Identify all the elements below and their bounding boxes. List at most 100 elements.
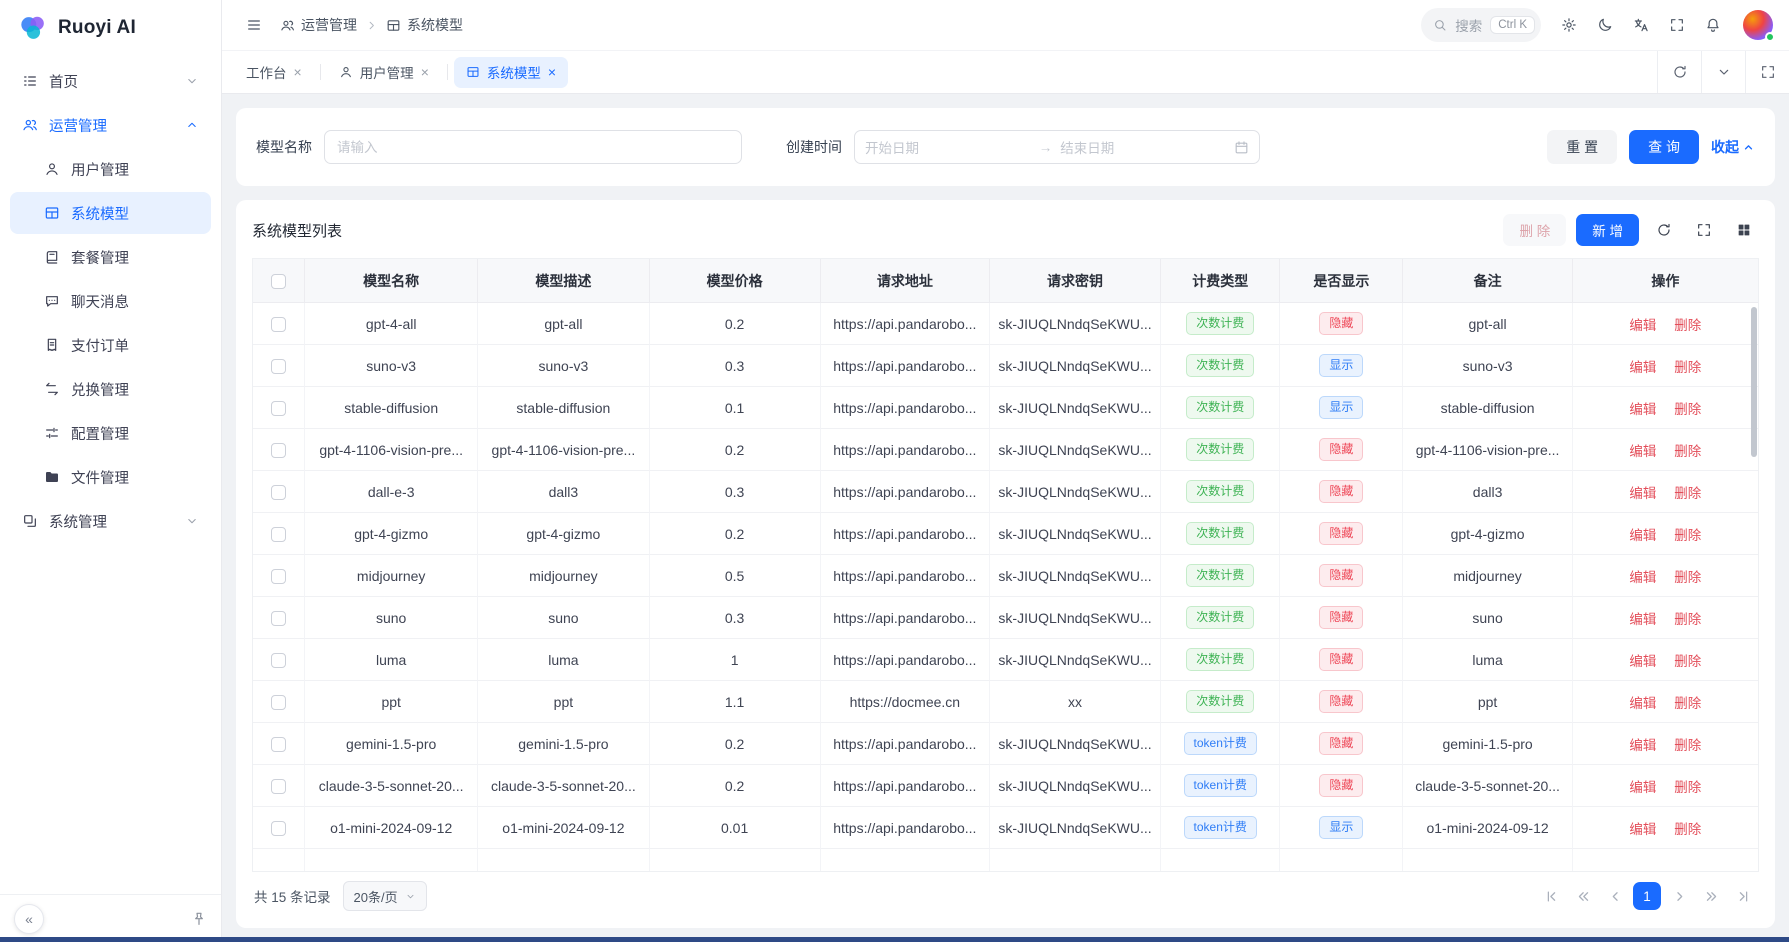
delete-link[interactable]: 删除 xyxy=(1674,444,1701,459)
delete-link[interactable]: 删除 xyxy=(1674,822,1701,837)
sidebar-item-system-models[interactable]: 系统模型 xyxy=(10,192,211,234)
global-search-input[interactable]: 搜索 Ctrl K xyxy=(1421,8,1541,42)
row-checkbox[interactable] xyxy=(271,359,286,374)
notifications-button[interactable] xyxy=(1697,9,1729,41)
last-page-button[interactable] xyxy=(1729,882,1757,910)
row-checkbox[interactable] xyxy=(271,485,286,500)
fullscreen-button[interactable] xyxy=(1661,9,1693,41)
edit-link[interactable]: 编辑 xyxy=(1629,696,1656,711)
close-icon[interactable]: × xyxy=(548,65,556,79)
breadcrumb-item-operations[interactable]: 运营管理 xyxy=(280,15,357,35)
sidebar-item-package-management[interactable]: 套餐管理 xyxy=(10,236,211,278)
table-scrollbar[interactable] xyxy=(1750,305,1757,869)
reset-button[interactable]: 重 置 xyxy=(1547,130,1617,164)
edit-link[interactable]: 编辑 xyxy=(1629,528,1656,543)
user-avatar[interactable] xyxy=(1743,10,1773,40)
edit-link[interactable]: 编辑 xyxy=(1629,612,1656,627)
row-checkbox[interactable] xyxy=(271,401,286,416)
row-checkbox[interactable] xyxy=(271,569,286,584)
delete-link[interactable]: 删除 xyxy=(1674,696,1701,711)
settings-button[interactable] xyxy=(1553,9,1585,41)
delete-link[interactable]: 删除 xyxy=(1674,318,1701,333)
refresh-table-button[interactable] xyxy=(1649,215,1679,245)
theme-toggle-button[interactable] xyxy=(1589,9,1621,41)
row-checkbox[interactable] xyxy=(271,821,286,836)
column-settings-button[interactable] xyxy=(1729,215,1759,245)
sidebar-item-home[interactable]: 首页 xyxy=(10,60,211,102)
first-page-button[interactable] xyxy=(1537,882,1565,910)
row-checkbox[interactable] xyxy=(271,695,286,710)
sidebar-item-operations[interactable]: 运营管理 xyxy=(10,104,211,146)
edit-link[interactable]: 编辑 xyxy=(1629,822,1656,837)
delete-link[interactable]: 删除 xyxy=(1674,780,1701,795)
page-number-button[interactable]: 1 xyxy=(1633,882,1661,910)
row-checkbox[interactable] xyxy=(271,611,286,626)
edit-link[interactable]: 编辑 xyxy=(1629,570,1656,585)
fullscreen-table-button[interactable] xyxy=(1689,215,1719,245)
row-checkbox[interactable] xyxy=(271,737,286,752)
sidebar-collapse-button[interactable]: « xyxy=(14,904,44,934)
delete-link[interactable]: 删除 xyxy=(1674,402,1701,417)
delete-link[interactable]: 删除 xyxy=(1674,738,1701,753)
sidebar-item-file-management[interactable]: 文件管理 xyxy=(10,456,211,498)
sidebar-item-system-management[interactable]: 系统管理 xyxy=(10,500,211,542)
row-checkbox[interactable] xyxy=(271,527,286,542)
delete-link[interactable]: 删除 xyxy=(1674,570,1701,585)
close-icon[interactable]: × xyxy=(421,65,429,79)
select-all-checkbox[interactable] xyxy=(271,274,286,289)
collapse-label: 收起 xyxy=(1711,137,1739,157)
delete-link[interactable]: 删除 xyxy=(1674,654,1701,669)
page-size-select[interactable]: 20条/页 xyxy=(343,881,427,911)
visibility-tag: 显示 xyxy=(1319,396,1363,419)
edit-link[interactable]: 编辑 xyxy=(1629,402,1656,417)
sidebar-toggle-button[interactable] xyxy=(238,9,270,41)
sidebar-item-user-management[interactable]: 用户管理 xyxy=(10,148,211,190)
tab-user-management[interactable]: 用户管理 × xyxy=(327,57,441,88)
sidebar-item-payment-orders[interactable]: 支付订单 xyxy=(10,324,211,366)
refresh-tab-button[interactable] xyxy=(1657,51,1701,93)
start-date-input[interactable]: 开始日期 xyxy=(865,137,1031,157)
cell-model-desc: luma xyxy=(478,639,649,681)
add-button[interactable]: 新 增 xyxy=(1576,214,1639,246)
model-name-input[interactable] xyxy=(324,130,742,164)
pin-icon[interactable] xyxy=(191,911,207,927)
edit-link[interactable]: 编辑 xyxy=(1629,654,1656,669)
prev-page-button[interactable] xyxy=(1601,882,1629,910)
close-icon[interactable]: × xyxy=(294,65,302,79)
language-button[interactable] xyxy=(1625,9,1657,41)
folder-icon xyxy=(44,469,60,485)
row-checkbox[interactable] xyxy=(271,653,286,668)
tab-system-models[interactable]: 系统模型 × xyxy=(454,57,568,88)
next-group-button[interactable] xyxy=(1697,882,1725,910)
end-date-input[interactable]: 结束日期 xyxy=(1060,137,1226,157)
query-button[interactable]: 查 询 xyxy=(1629,130,1699,164)
next-page-button[interactable] xyxy=(1665,882,1693,910)
row-checkbox[interactable] xyxy=(271,779,286,794)
delete-link[interactable]: 删除 xyxy=(1674,360,1701,375)
edit-link[interactable]: 编辑 xyxy=(1629,486,1656,501)
sidebar-item-exchange-management[interactable]: 兑换管理 xyxy=(10,368,211,410)
maximize-content-button[interactable] xyxy=(1745,51,1789,93)
edit-link[interactable]: 编辑 xyxy=(1629,738,1656,753)
tab-options-button[interactable] xyxy=(1701,51,1745,93)
edit-link[interactable]: 编辑 xyxy=(1629,780,1656,795)
edit-link[interactable]: 编辑 xyxy=(1629,360,1656,375)
edit-link[interactable]: 编辑 xyxy=(1629,318,1656,333)
row-checkbox[interactable] xyxy=(271,317,286,332)
row-checkbox[interactable] xyxy=(271,443,286,458)
prev-group-button[interactable] xyxy=(1569,882,1597,910)
batch-delete-button[interactable]: 删 除 xyxy=(1503,214,1566,246)
delete-link[interactable]: 删除 xyxy=(1674,528,1701,543)
chevron-up-icon xyxy=(1742,141,1755,154)
cell-remark: stable-diffusion xyxy=(1403,387,1572,429)
delete-link[interactable]: 删除 xyxy=(1674,612,1701,627)
collapse-filter-link[interactable]: 收起 xyxy=(1711,137,1755,157)
scrollbar-thumb[interactable] xyxy=(1751,307,1757,457)
sidebar-item-config-management[interactable]: 配置管理 xyxy=(10,412,211,454)
sidebar-item-chat-messages[interactable]: 聊天消息 xyxy=(10,280,211,322)
tab-workbench[interactable]: 工作台 × xyxy=(234,57,314,88)
date-range-picker[interactable]: 开始日期 → 结束日期 xyxy=(854,130,1260,164)
edit-link[interactable]: 编辑 xyxy=(1629,444,1656,459)
delete-link[interactable]: 删除 xyxy=(1674,486,1701,501)
breadcrumb-item-system-models[interactable]: 系统模型 xyxy=(386,15,463,35)
